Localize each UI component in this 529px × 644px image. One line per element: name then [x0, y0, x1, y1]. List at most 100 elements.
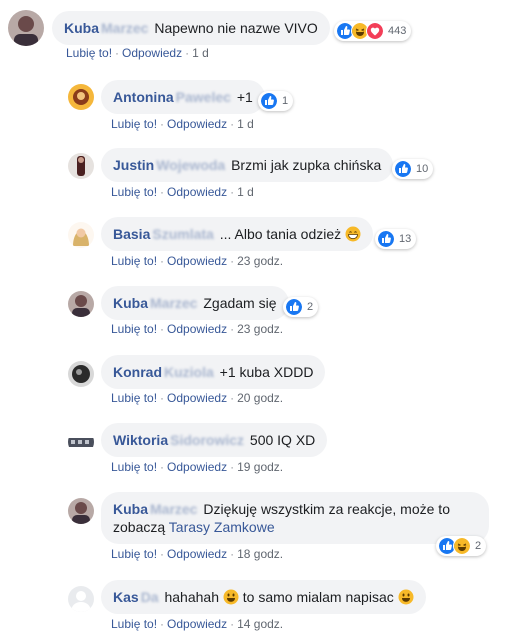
reply-link[interactable]: Odpowiedz — [167, 617, 227, 631]
comment-actions: Lubię to! · Odpowiedz · 14 godz. — [111, 617, 284, 631]
comment-bubble: Kuba Marzec Napewno nie nazwe VIVO — [52, 11, 330, 45]
comment-actions: Lubię to! · Odpowiedz · 1 d — [66, 46, 209, 60]
reaction-count: 2 — [475, 540, 482, 552]
comment-text: 500 IQ XD — [249, 432, 316, 448]
like-link[interactable]: Lubię to! — [111, 617, 157, 631]
comment-author[interactable]: Justin — [113, 157, 154, 173]
author-surname[interactable]: Wojewoda — [156, 156, 225, 174]
like-icon — [394, 160, 412, 178]
reply-link[interactable]: Odpowiedz — [122, 46, 182, 60]
like-icon — [260, 92, 278, 110]
comment-bubble: Kuba Marzec Zgadam się — [101, 286, 289, 320]
comment-text: hahahah — [164, 589, 219, 605]
comment-timestamp[interactable]: 18 godz. — [237, 547, 283, 561]
smile-emoji-icon — [398, 589, 414, 605]
comment-author[interactable]: Basia — [113, 226, 150, 242]
comment-actions: Lubię to! · Odpowiedz · 20 godz. — [111, 391, 284, 405]
like-icon — [285, 298, 303, 316]
avatar[interactable] — [68, 153, 94, 179]
comment-text: Napewno nie nazwe VIVO — [154, 20, 318, 36]
author-surname[interactable]: Marzec — [101, 19, 148, 37]
comment-timestamp[interactable]: 23 godz. — [237, 322, 283, 336]
author-surname[interactable]: Marzec — [150, 294, 197, 312]
reaction-summary[interactable]: 2 — [283, 297, 319, 317]
comment-timestamp[interactable]: 1 d — [237, 185, 254, 199]
comment-author[interactable]: Kuba — [64, 20, 99, 36]
haha-icon — [453, 537, 471, 555]
comment-bubble: Justin Wojewoda Brzmi jak zupka chińska — [101, 148, 394, 182]
like-link[interactable]: Lubię to! — [66, 46, 112, 60]
comment-bubble: Wiktoria Sidorowicz 500 IQ XD — [101, 423, 328, 457]
grin-emoji-icon — [345, 226, 361, 242]
reaction-count: 443 — [388, 25, 407, 37]
comment-author[interactable]: Konrad — [113, 364, 162, 380]
reaction-summary[interactable]: 443 — [334, 21, 412, 41]
author-surname[interactable]: Szumlata — [152, 225, 213, 243]
comment-text: +1 kuba XDDD — [219, 364, 314, 380]
comment-text: Zgadam się — [203, 295, 277, 311]
like-icon — [377, 230, 395, 248]
avatar[interactable] — [68, 586, 94, 612]
reaction-summary[interactable]: 1 — [258, 91, 294, 111]
reply-link[interactable]: Odpowiedz — [167, 460, 227, 474]
reply-link[interactable]: Odpowiedz — [167, 547, 227, 561]
comment-timestamp[interactable]: 19 godz. — [237, 460, 283, 474]
comment-actions: Lubię to! · Odpowiedz · 18 godz. — [111, 547, 284, 561]
avatar[interactable] — [8, 10, 44, 46]
comment-actions: Lubię to! · Odpowiedz · 23 godz. — [111, 322, 284, 336]
comment-bubble: Basia Szumlata ... Albo tania odzież — [101, 217, 374, 251]
page-mention-link[interactable]: Tarasy Zamkowe — [169, 519, 275, 535]
avatar[interactable] — [68, 291, 94, 317]
author-surname[interactable]: Kuziola — [164, 363, 214, 381]
like-link[interactable]: Lubię to! — [111, 322, 157, 336]
comment-actions: Lubię to! · Odpowiedz · 1 d — [111, 117, 254, 131]
comment-author[interactable]: Antonina — [113, 89, 174, 105]
like-link[interactable]: Lubię to! — [111, 185, 157, 199]
reaction-summary[interactable]: 13 — [375, 229, 417, 249]
comment-timestamp[interactable]: 14 godz. — [237, 617, 283, 631]
comment-text: ... Albo tania odzież — [219, 226, 342, 242]
author-surname[interactable]: Sidorowicz — [170, 431, 244, 449]
comment-author[interactable]: Kuba — [113, 295, 148, 311]
reply-link[interactable]: Odpowiedz — [167, 322, 227, 336]
reply-link[interactable]: Odpowiedz — [167, 254, 227, 268]
like-link[interactable]: Lubię to! — [111, 460, 157, 474]
reaction-count: 13 — [399, 233, 412, 245]
author-surname[interactable]: Marzec — [150, 500, 197, 518]
author-surname[interactable]: Da — [141, 588, 159, 606]
comment-author[interactable]: Wiktoria — [113, 432, 168, 448]
reaction-count: 1 — [282, 95, 289, 107]
comment-timestamp[interactable]: 1 d — [237, 117, 254, 131]
like-link[interactable]: Lubię to! — [111, 117, 157, 131]
like-link[interactable]: Lubię to! — [111, 547, 157, 561]
like-link[interactable]: Lubię to! — [111, 391, 157, 405]
avatar[interactable] — [68, 498, 94, 524]
like-link[interactable]: Lubię to! — [111, 254, 157, 268]
comment-bubble: Antonina Pawelec +1 — [101, 80, 265, 114]
comment-text-continued: to samo mialam napisac — [242, 589, 394, 605]
love-icon — [366, 22, 384, 40]
reaction-summary[interactable]: 2 — [436, 536, 487, 556]
avatar[interactable] — [68, 222, 94, 248]
avatar[interactable] — [68, 84, 94, 110]
author-surname[interactable]: Pawelec — [176, 88, 231, 106]
comment-timestamp[interactable]: 20 godz. — [237, 391, 283, 405]
comment-author[interactable]: Kas — [113, 589, 139, 605]
comment-bubble: Konrad Kuziola +1 kuba XDDD — [101, 355, 326, 389]
comment-actions: Lubię to! · Odpowiedz · 19 godz. — [111, 460, 284, 474]
comment-text: Brzmi jak zupka chińska — [231, 157, 382, 173]
reaction-count: 2 — [307, 301, 314, 313]
comment-timestamp[interactable]: 1 d — [192, 46, 209, 60]
avatar[interactable] — [68, 429, 94, 455]
avatar[interactable] — [68, 361, 94, 387]
reply-link[interactable]: Odpowiedz — [167, 117, 227, 131]
comment-bubble: Kas Da hahahah to samo mialam napisac — [101, 580, 426, 614]
reaction-summary[interactable]: 10 — [392, 159, 434, 179]
comment-author[interactable]: Kuba — [113, 501, 148, 517]
reply-link[interactable]: Odpowiedz — [167, 391, 227, 405]
reaction-count: 10 — [416, 163, 429, 175]
comment-timestamp[interactable]: 23 godz. — [237, 254, 283, 268]
comment-bubble: Kuba Marzec Dziękuję wszystkim za reakcje… — [101, 492, 489, 544]
comment-actions: Lubię to! · Odpowiedz · 1 d — [111, 185, 254, 199]
reply-link[interactable]: Odpowiedz — [167, 185, 227, 199]
